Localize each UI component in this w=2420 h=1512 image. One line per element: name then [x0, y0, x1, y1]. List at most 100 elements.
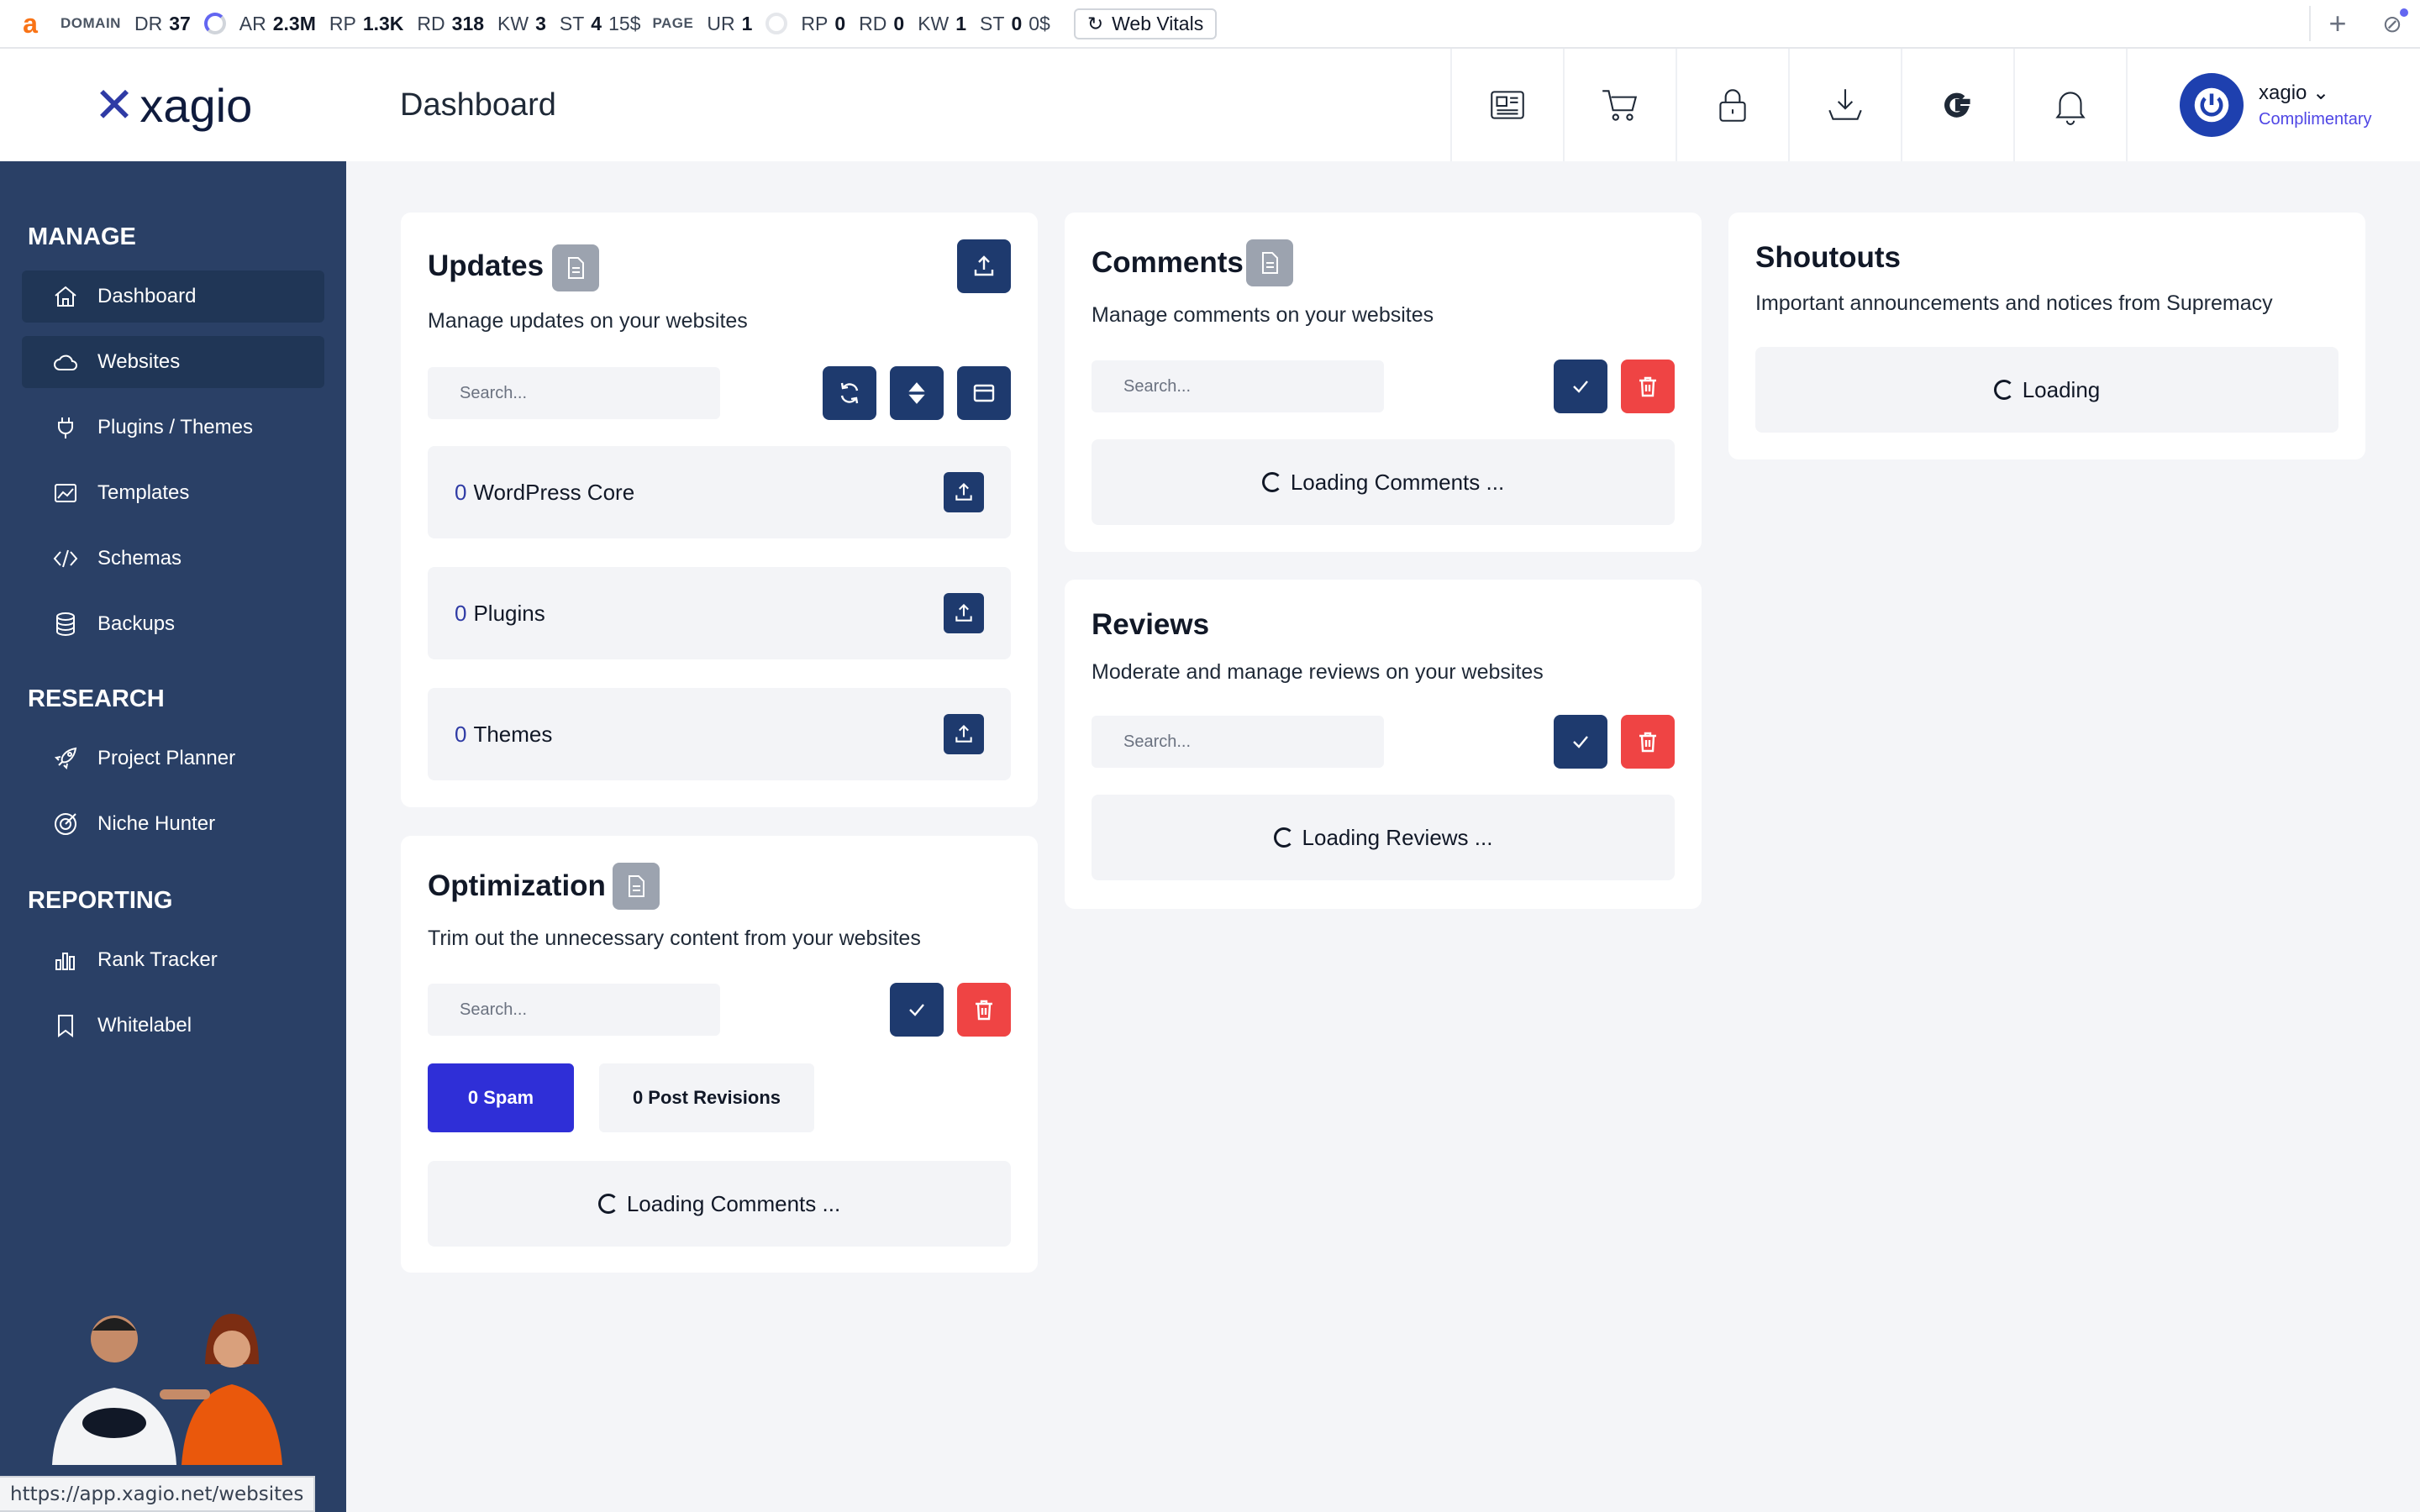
optimization-title: Optimization [428, 869, 606, 902]
update-row-themes: 0 Themes [428, 688, 1011, 780]
logo-mark-icon: ✕ [93, 78, 135, 133]
updates-desc: Manage updates on your websites [428, 309, 748, 333]
updates-window-button[interactable] [957, 366, 1011, 420]
google-button[interactable] [1901, 49, 2013, 161]
sidebar-item-label: Schemas [97, 547, 182, 570]
sidebar-item-label: Niche Hunter [97, 812, 216, 835]
cloud-icon [54, 354, 77, 370]
disable-toolbar-icon[interactable]: ⊘ [2365, 0, 2420, 47]
image-chart-icon [55, 484, 76, 502]
sidebar-item-templates[interactable]: Templates [22, 467, 324, 519]
metric-st[interactable]: ST 4 15$ [560, 13, 641, 35]
updates-title: Updates [428, 249, 544, 282]
optimization-loading: Loading Comments ... [428, 1161, 1011, 1247]
logo-text: xagio [139, 78, 253, 132]
updates-card: Updates Manage updates on your websites … [401, 213, 1038, 807]
sidebar-item-label: Whitelabel [97, 1014, 192, 1037]
sidebar-item-plugins-themes[interactable]: Plugins / Themes [22, 402, 324, 454]
metric-page-kw[interactable]: KW 1 [918, 13, 966, 35]
sidebar-item-websites[interactable]: Websites [22, 336, 324, 388]
comments-card: Comments Manage comments on your website… [1065, 213, 1702, 552]
cart-button[interactable] [1563, 49, 1676, 161]
news-button[interactable] [1450, 49, 1563, 161]
lock-icon [1719, 89, 1746, 122]
updates-sort-button[interactable] [890, 366, 944, 420]
sidebar-item-schemas[interactable]: Schemas [22, 533, 324, 585]
spinner-icon [1993, 380, 2014, 400]
updates-upload-all-button[interactable] [957, 239, 1011, 293]
check-icon [909, 1004, 924, 1016]
comments-approve-button[interactable] [1554, 360, 1607, 413]
trash-icon [976, 1000, 992, 1021]
update-core-button[interactable] [944, 472, 984, 512]
comments-delete-button[interactable] [1621, 360, 1675, 413]
sidebar-item-niche-hunter[interactable]: Niche Hunter [22, 798, 324, 850]
update-label: Plugins [473, 600, 545, 626]
update-themes-button[interactable] [944, 714, 984, 754]
comments-title: Comments [1092, 246, 1244, 279]
metric-page-rd[interactable]: RD 0 [859, 13, 904, 35]
optimization-delete-button[interactable] [957, 983, 1011, 1037]
metric-kw[interactable]: KW 3 [497, 13, 546, 35]
reviews-delete-button[interactable] [1621, 715, 1675, 769]
updates-refresh-button[interactable] [823, 366, 876, 420]
metric-page-rp[interactable]: RP 0 [801, 13, 845, 35]
post-revisions-tab[interactable]: 0 Post Revisions [599, 1063, 814, 1132]
upload-icon [955, 724, 972, 743]
loading-text: Loading Comments ... [1290, 469, 1505, 495]
rocket-icon [54, 747, 77, 770]
update-count: 0 [455, 600, 467, 626]
updates-doc-button[interactable] [552, 244, 599, 291]
reviews-search-input[interactable] [1092, 716, 1384, 768]
comments-search-input[interactable] [1092, 360, 1384, 412]
sidebar-item-project-planner[interactable]: Project Planner [22, 732, 324, 785]
spam-tab[interactable]: 0 Spam [428, 1063, 574, 1132]
update-plugins-button[interactable] [944, 593, 984, 633]
updates-search-input[interactable] [428, 367, 720, 419]
metric-ar[interactable]: AR 2.3M [239, 13, 316, 35]
optimization-approve-button[interactable] [890, 983, 944, 1037]
plus-icon[interactable]: + [2309, 6, 2365, 41]
web-vitals-label: Web Vitals [1112, 12, 1204, 34]
notification-dot [2400, 8, 2408, 17]
sidebar-item-rank-tracker[interactable]: Rank Tracker [22, 934, 324, 986]
sidebar-item-label: Project Planner [97, 747, 236, 769]
database-icon [56, 612, 75, 637]
user-name: xagio [2259, 81, 2307, 104]
metric-rp[interactable]: RP 1.3K [329, 13, 404, 35]
page-metrics: PAGE UR 1 RP 0 RD 0 KW 1 ST 0 0$ [652, 13, 1050, 35]
sidebar-item-whitelabel[interactable]: Whitelabel [22, 1000, 324, 1052]
download-button[interactable] [1788, 49, 1901, 161]
refresh-icon [840, 382, 859, 404]
optimization-doc-button[interactable] [613, 863, 660, 910]
notifications-button[interactable] [2013, 49, 2126, 161]
sidebar-item-label: Plugins / Themes [97, 416, 253, 438]
shoutouts-card: Shoutouts Important announcements and no… [1728, 213, 2365, 459]
sidebar-item-backups[interactable]: Backups [22, 598, 324, 650]
plug-icon [58, 417, 73, 438]
user-info: xagio ⌄ Complimentary [2259, 81, 2371, 129]
comments-doc-button[interactable] [1246, 239, 1293, 286]
metric-page-st[interactable]: ST 0 0$ [980, 13, 1050, 35]
metric-rd[interactable]: RD 318 [417, 13, 484, 35]
reviews-title: Reviews [1092, 608, 1210, 641]
web-vitals-button[interactable]: ↻ Web Vitals [1073, 8, 1218, 39]
metric-ur[interactable]: UR 1 [707, 13, 752, 35]
reviews-card: Reviews Moderate and manage reviews on y… [1065, 580, 1702, 909]
metric-dr[interactable]: DR 37 [134, 13, 191, 35]
header-actions [1450, 49, 2126, 161]
section-research: RESEARCH [28, 685, 165, 712]
bookmark-icon [58, 1015, 73, 1037]
optimization-search-input[interactable] [428, 984, 720, 1036]
document-icon [1262, 252, 1278, 274]
sidebar-item-dashboard[interactable]: Dashboard [22, 270, 324, 323]
xagio-logo[interactable]: ✕ xagio [0, 76, 346, 134]
ahrefs-logo[interactable]: a [0, 8, 60, 39]
reviews-loading: Loading Reviews ... [1092, 795, 1675, 880]
comments-desc: Manage comments on your websites [1092, 303, 1434, 327]
reviews-approve-button[interactable] [1554, 715, 1607, 769]
sidebar-item-label: Backups [97, 612, 176, 635]
lock-button[interactable] [1676, 49, 1788, 161]
section-manage: MANAGE [28, 223, 136, 250]
user-menu[interactable]: xagio ⌄ Complimentary [2126, 49, 2420, 161]
